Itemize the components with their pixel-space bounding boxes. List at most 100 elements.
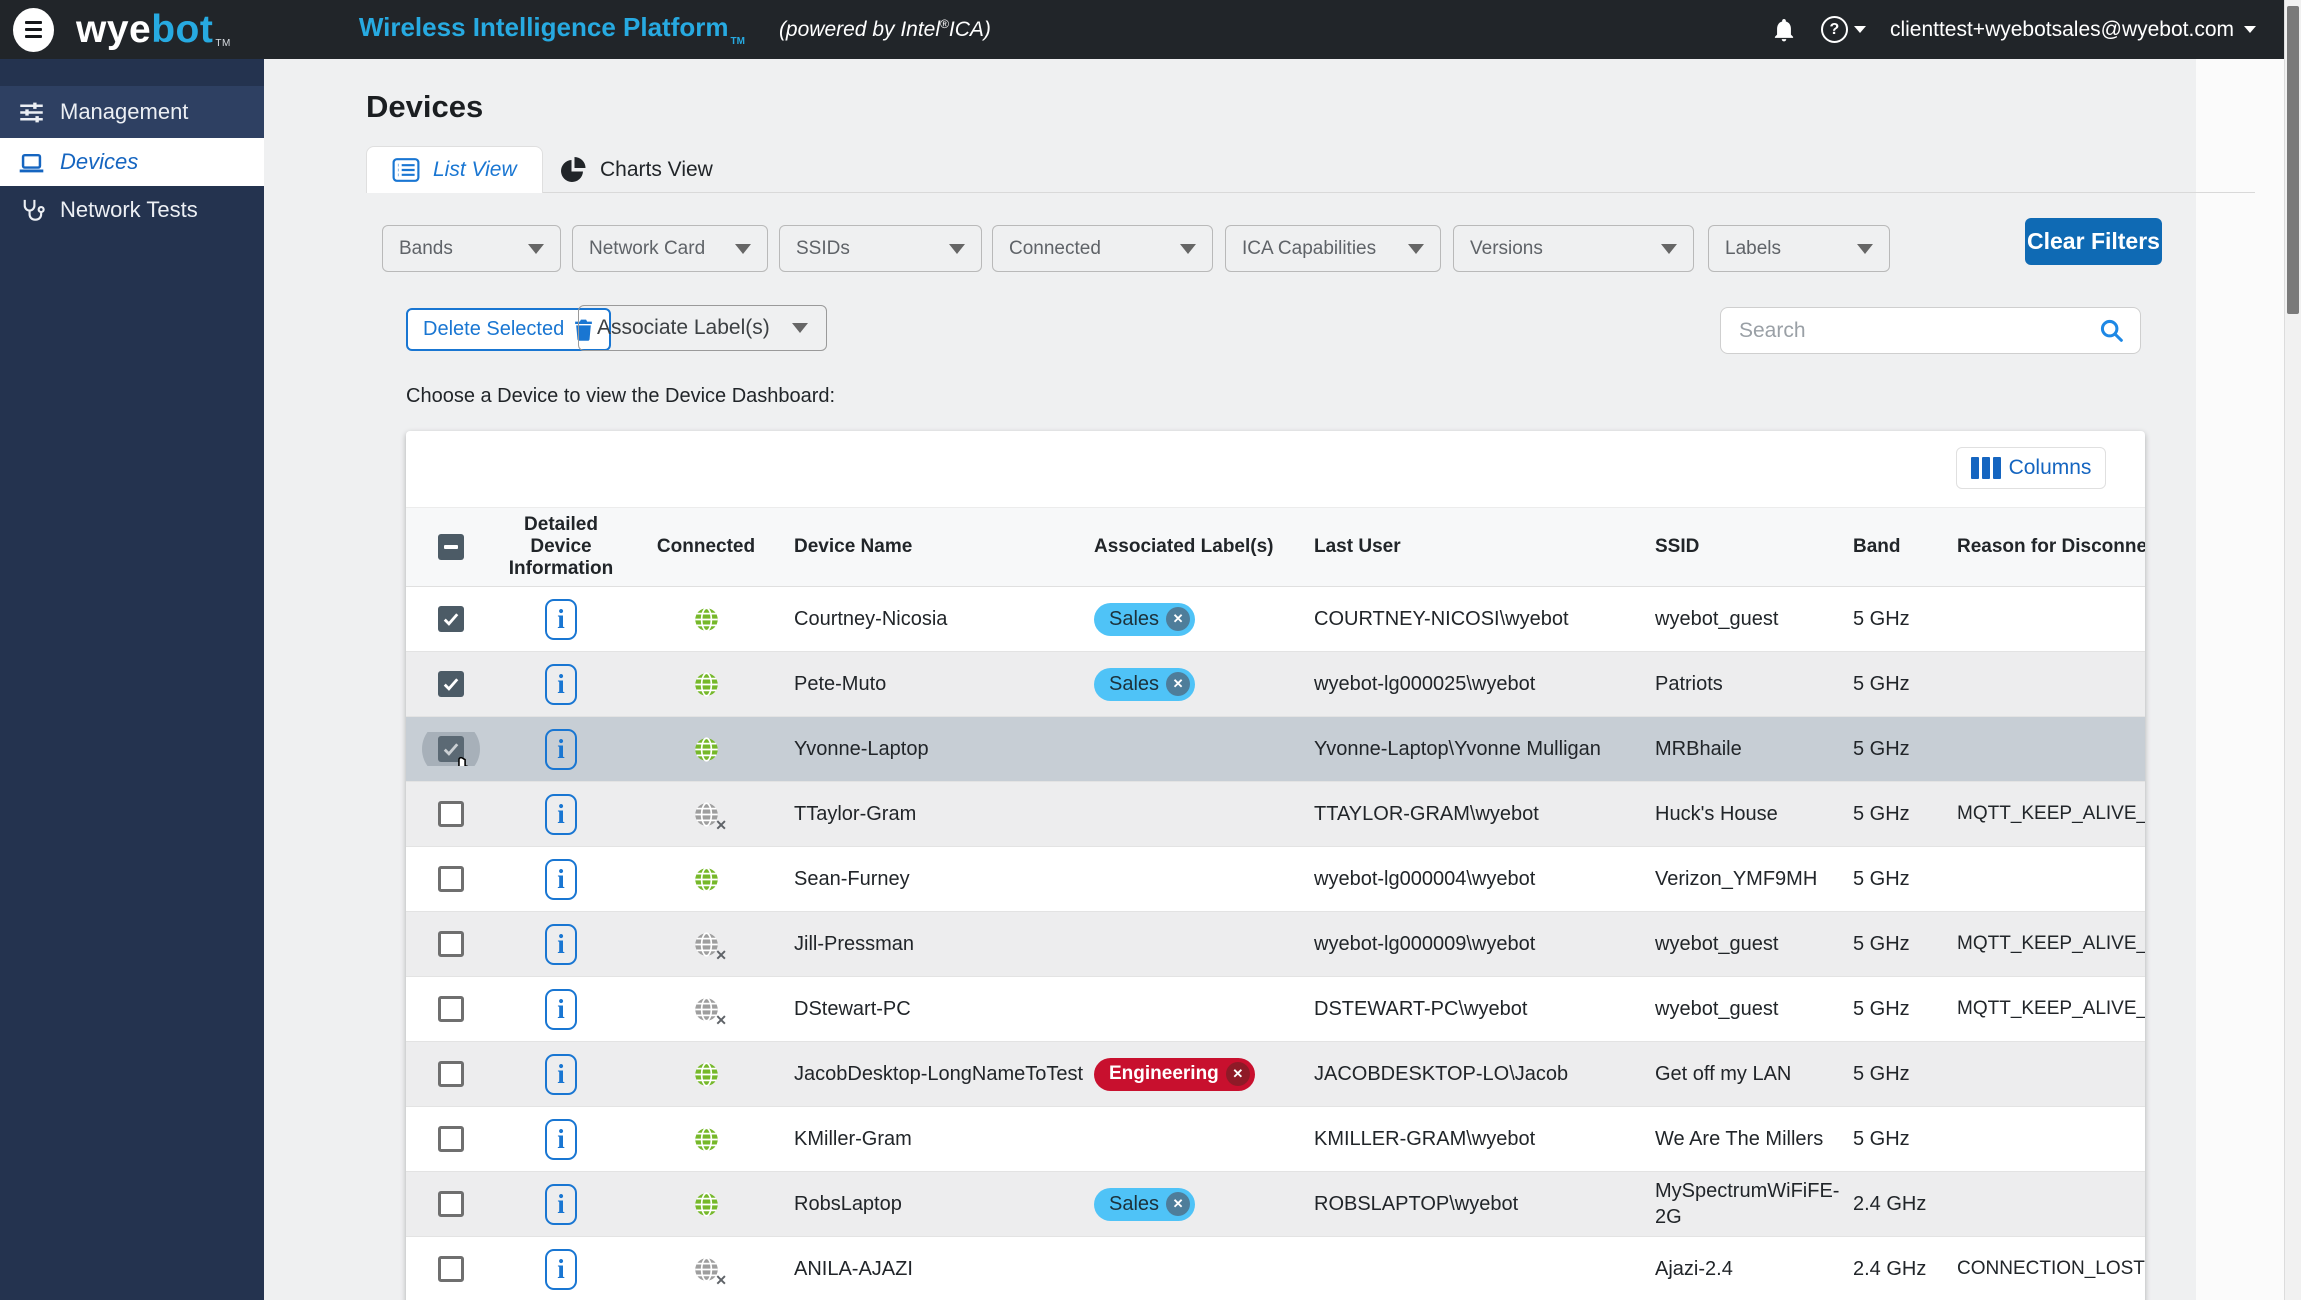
device-info-button[interactable]: i	[545, 1119, 577, 1160]
label-chip-text: Sales	[1109, 608, 1159, 631]
band-cell: 5 GHz	[1845, 994, 1949, 1025]
device-info-button[interactable]: i	[545, 1054, 577, 1095]
stethoscope-icon	[18, 197, 45, 224]
notifications-bell-icon[interactable]	[1771, 17, 1797, 43]
filter-dropdown-ica-capabilities[interactable]: ICA Capabilities	[1225, 225, 1441, 272]
last-user-cell: wyebot-lg000025\wyebot	[1306, 669, 1647, 700]
help-menu[interactable]: ?	[1821, 16, 1866, 43]
row-checkbox[interactable]	[438, 801, 464, 827]
device-info-button[interactable]: i	[545, 989, 577, 1030]
last-user-cell: DSTEWART-PC\wyebot	[1306, 994, 1647, 1025]
reason-cell	[1949, 1135, 2145, 1143]
search-icon[interactable]	[2098, 317, 2126, 345]
ssid-cell: Patriots	[1647, 667, 1845, 701]
device-info-button[interactable]: i	[545, 859, 577, 900]
band-cell: 5 GHz	[1845, 1124, 1949, 1155]
label-remove-button[interactable]: ✕	[1226, 1062, 1250, 1086]
last-user-cell: Yvonne-Laptop\Yvonne Mulligan	[1306, 734, 1647, 765]
column-header-ssid: SSID	[1647, 530, 1845, 564]
account-menu[interactable]: clienttest+wyebotsales@wyebot.com	[1890, 18, 2256, 42]
filter-dropdown-labels[interactable]: Labels	[1708, 225, 1890, 272]
table-row[interactable]: iRobsLaptopSales✕ROBSLAPTOP\wyebotMySpec…	[406, 1172, 2145, 1237]
row-checkbox[interactable]	[438, 1126, 464, 1152]
filter-dropdown-versions[interactable]: Versions	[1453, 225, 1694, 272]
row-checkbox[interactable]	[438, 671, 464, 697]
scrollbar-thumb[interactable]	[2287, 6, 2299, 314]
row-checkbox[interactable]	[438, 606, 464, 632]
label-remove-button[interactable]: ✕	[1166, 672, 1190, 696]
reason-cell	[1949, 615, 2145, 623]
columns-button[interactable]: Columns	[1956, 447, 2106, 489]
devices-table-card: Columns Detailed Device InformationConne…	[406, 431, 2145, 1300]
associated-labels-cell	[1086, 1005, 1306, 1013]
table-row[interactable]: i✕Jill-Pressmanwyebot-lg000009\wyebotwye…	[406, 912, 2145, 977]
devices-table: Detailed Device InformationConnectedDevi…	[406, 507, 2145, 1300]
device-info-button[interactable]: i	[545, 924, 577, 965]
user-email: clienttest+wyebotsales@wyebot.com	[1890, 18, 2234, 42]
associated-labels-cell	[1086, 1135, 1306, 1143]
disconnected-globe-icon: ✕	[692, 930, 720, 958]
device-info-button[interactable]: i	[545, 664, 577, 705]
search-input[interactable]	[1739, 319, 2098, 343]
device-info-button[interactable]: i	[545, 1249, 577, 1290]
table-row[interactable]: i✕ANILA-AJAZIAjazi-2.42.4 GHzCONNECTION_…	[406, 1237, 2145, 1300]
table-row[interactable]: iJacobDesktop-LongNameToTestEngineering✕…	[406, 1042, 2145, 1107]
filter-dropdown-network-card[interactable]: Network Card	[572, 225, 768, 272]
row-checkbox[interactable]	[438, 1061, 464, 1087]
tabs-divider	[366, 192, 2255, 193]
filter-dropdown-ssids[interactable]: SSIDs	[779, 225, 982, 272]
label-remove-button[interactable]: ✕	[1166, 607, 1190, 631]
associate-labels-dropdown[interactable]: Associate Label(s)	[578, 305, 827, 351]
vertical-scrollbar[interactable]	[2284, 0, 2301, 1300]
row-checkbox[interactable]	[438, 1256, 464, 1282]
column-header-connected: Connected	[626, 530, 786, 564]
table-row[interactable]: iYvonne-LaptopYvonne-Laptop\Yvonne Mulli…	[406, 717, 2145, 782]
logo-text-cyan: bot	[151, 8, 213, 52]
table-row[interactable]: iCourtney-NicosiaSales✕COURTNEY-NICOSI\w…	[406, 587, 2145, 652]
table-row[interactable]: iSean-Furneywyebot-lg000004\wyebotVerizo…	[406, 847, 2145, 912]
device-name-cell: Courtney-Nicosia	[786, 604, 1086, 635]
device-info-button[interactable]: i	[545, 794, 577, 835]
table-row[interactable]: i✕DStewart-PCDSTEWART-PC\wyebotwyebot_gu…	[406, 977, 2145, 1042]
select-all-checkbox[interactable]	[438, 534, 464, 560]
column-header-band: Band	[1845, 530, 1949, 564]
sidebar-item-management[interactable]: Management	[0, 86, 264, 138]
device-info-button[interactable]: i	[545, 1184, 577, 1225]
table-row[interactable]: iKMiller-GramKMILLER-GRAM\wyebotWe Are T…	[406, 1107, 2145, 1172]
ssid-cell: We Are The Millers	[1647, 1122, 1845, 1156]
ssid-cell: Verizon_YMF9MH	[1647, 862, 1845, 896]
column-header-device-name: Device Name	[786, 530, 1086, 564]
device-info-button[interactable]: i	[545, 599, 577, 640]
logo-text-white: wye	[76, 8, 151, 52]
tab-list-view[interactable]: List View	[366, 146, 543, 193]
row-checkbox[interactable]	[438, 866, 464, 892]
ssid-cell: wyebot_guest	[1647, 992, 1845, 1026]
row-checkbox[interactable]	[438, 996, 464, 1022]
connected-globe-icon	[692, 865, 720, 893]
filter-dropdown-connected[interactable]: Connected	[992, 225, 1213, 272]
row-checkbox[interactable]	[438, 931, 464, 957]
sidebar-item-label: Network Tests	[60, 197, 198, 223]
clear-filters-button[interactable]: Clear Filters	[2025, 218, 2162, 265]
band-cell: 5 GHz	[1845, 669, 1949, 700]
device-info-button[interactable]: i	[545, 729, 577, 770]
row-checkbox[interactable]	[438, 1191, 464, 1217]
reason-cell	[1949, 680, 2145, 688]
chevron-down-icon	[949, 244, 965, 254]
tab-charts-view[interactable]: Charts View	[559, 146, 713, 193]
table-row[interactable]: i✕TTaylor-GramTTAYLOR-GRAM\wyebotHuck's …	[406, 782, 2145, 847]
device-name-cell: Jill-Pressman	[786, 929, 1086, 960]
hamburger-menu-button[interactable]	[13, 8, 54, 52]
sliders-icon	[18, 99, 45, 126]
filter-label: Versions	[1470, 238, 1543, 260]
disconnected-globe-icon: ✕	[692, 800, 720, 828]
reason-cell	[1949, 1070, 2145, 1078]
filter-dropdown-bands[interactable]: Bands	[382, 225, 561, 272]
sidebar-item-devices[interactable]: Devices	[0, 138, 264, 186]
associated-labels-cell	[1086, 810, 1306, 818]
last-user-cell: wyebot-lg000009\wyebot	[1306, 929, 1647, 960]
label-remove-button[interactable]: ✕	[1166, 1192, 1190, 1216]
table-row[interactable]: iPete-MutoSales✕wyebot-lg000025\wyebotPa…	[406, 652, 2145, 717]
sidebar-item-network-tests[interactable]: Network Tests	[0, 186, 264, 234]
disconnected-globe-icon: ✕	[692, 1255, 720, 1283]
